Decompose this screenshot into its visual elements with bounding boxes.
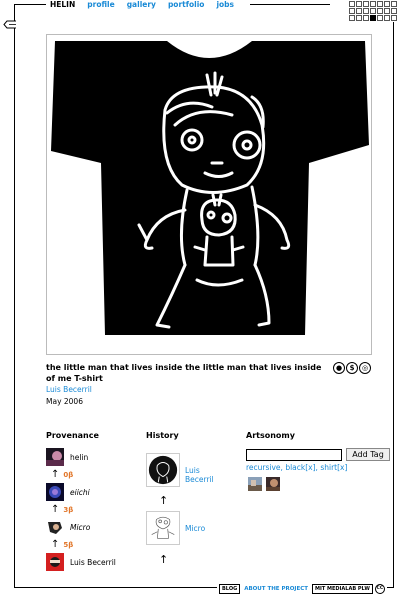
tagger-thumbnails	[248, 477, 280, 491]
nav-link-gallery[interactable]: gallery	[127, 0, 156, 9]
license-icons[interactable]: ● $ ◎	[333, 362, 371, 374]
up-arrow-icon: ↑	[51, 504, 60, 515]
tag-link[interactable]: shirt	[320, 463, 337, 472]
navigation-grid-icon[interactable]	[348, 0, 398, 22]
artsonomy-heading: Artsonomy	[246, 431, 295, 440]
provenance-entry[interactable]: Luis Becerril	[46, 553, 116, 571]
cc-license-icon[interactable]: CC	[374, 584, 385, 594]
nav-link-portfolio[interactable]: portfolio	[168, 0, 205, 9]
side-tab-icon[interactable]	[3, 20, 17, 29]
history-entry[interactable]: Luis Becerril	[146, 453, 215, 487]
provenance-name[interactable]: Micro	[70, 523, 90, 532]
tag-input[interactable]	[246, 449, 342, 461]
history-link[interactable]: Luis Becerril	[185, 466, 215, 487]
tag-remove-button[interactable]: [x]	[305, 463, 315, 472]
tagger-avatar[interactable]	[266, 477, 280, 491]
nav-link-profile[interactable]: profile	[87, 0, 114, 9]
cc-nc-icon[interactable]: $	[346, 362, 358, 374]
mit-medialab-link[interactable]: MIT MEDIALAB PLW	[312, 584, 373, 594]
provenance-transfer: ↑ 3β	[51, 504, 73, 515]
provenance-entry[interactable]: eiichi	[46, 483, 90, 501]
history-thumbnail[interactable]	[146, 511, 180, 545]
avatar[interactable]	[46, 553, 64, 571]
credit-amount: 5β	[63, 540, 74, 549]
up-arrow-icon: ↑	[51, 539, 60, 550]
history-heading: History	[146, 431, 179, 440]
top-nav: HELIN profile gallery portfolio jobs	[46, 0, 251, 9]
avatar[interactable]	[46, 518, 64, 536]
artwork-title: the little man that lives inside the lit…	[46, 363, 322, 383]
history-link[interactable]: Micro	[185, 524, 205, 545]
provenance-transfer: ↑ 5β	[51, 539, 73, 550]
provenance-transfer: ↑ 0β	[51, 469, 73, 480]
tagger-avatar[interactable]	[248, 477, 262, 491]
provenance-heading: Provenance	[46, 431, 99, 440]
artwork-author-link[interactable]: Luis Becerril	[46, 385, 92, 394]
tag-list: recursive, black[x], shirt[x]	[246, 463, 347, 472]
credit-amount: 3β	[63, 505, 74, 514]
credit-amount: 0β	[63, 470, 74, 479]
nav-home-label: HELIN	[50, 0, 76, 9]
provenance-name[interactable]: Luis Becerril	[70, 558, 116, 567]
provenance-name[interactable]: eiichi	[70, 488, 90, 497]
artwork-image[interactable]	[46, 34, 372, 355]
tag-link[interactable]: recursive	[246, 463, 281, 472]
cc-by-icon[interactable]: ●	[333, 362, 345, 374]
provenance-name[interactable]: helin	[70, 453, 88, 462]
history-entry[interactable]: Micro	[146, 511, 205, 545]
avatar[interactable]	[46, 483, 64, 501]
nav-link-jobs[interactable]: jobs	[216, 0, 234, 9]
provenance-entry[interactable]: Micro	[46, 518, 90, 536]
up-arrow-icon: ↑	[51, 469, 60, 480]
tag-remove-button[interactable]: [x]	[337, 463, 347, 472]
tag-link[interactable]: black	[285, 463, 305, 472]
up-arrow-icon: ↑	[159, 553, 169, 566]
about-project-link[interactable]: ABOUT THE PROJECT	[242, 585, 310, 593]
cc-sa-icon[interactable]: ◎	[359, 362, 371, 374]
history-thumbnail[interactable]	[146, 453, 180, 487]
footer-links: BLOG ABOUT THE PROJECT MIT MEDIALAB PLW …	[217, 584, 387, 594]
artwork-date: May 2006	[46, 397, 83, 406]
blog-link[interactable]: BLOG	[219, 584, 241, 594]
provenance-entry[interactable]: helin	[46, 448, 88, 466]
avatar[interactable]	[46, 448, 64, 466]
add-tag-button[interactable]: Add Tag	[346, 448, 390, 461]
up-arrow-icon: ↑	[159, 494, 169, 507]
